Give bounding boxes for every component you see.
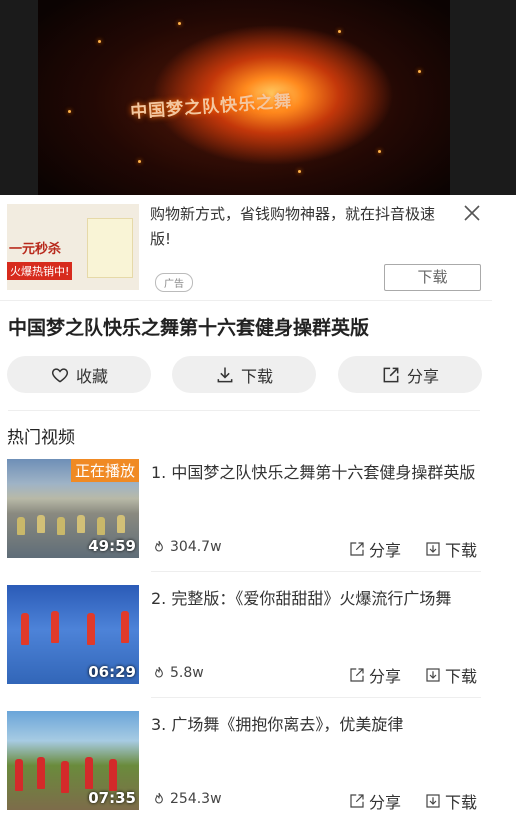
divider: [8, 410, 480, 411]
video-title[interactable]: 3. 广场舞《拥抱你离去》，优美旋律: [151, 711, 481, 738]
dancer-figure: [37, 757, 45, 789]
spark: [178, 22, 181, 25]
dancer-figure: [97, 517, 105, 535]
download-icon: [426, 668, 440, 682]
video-frame[interactable]: 中国梦之队快乐之舞: [38, 0, 450, 195]
dancer-figure: [21, 613, 29, 645]
dancer-figure: [61, 761, 69, 793]
dancer-figure: [15, 759, 23, 791]
divider: [151, 697, 481, 698]
ad-thumb-line1: 一元秒杀: [9, 242, 62, 257]
video-duration: 06:29: [88, 663, 136, 681]
download-button[interactable]: 下载: [172, 356, 316, 393]
flame-icon: [155, 666, 163, 678]
ad-thumb-line2: 火爆热销中!: [7, 262, 73, 280]
dancer-figure: [77, 515, 85, 533]
flame-icon: [155, 540, 163, 552]
ad-badge: 广告: [155, 273, 193, 292]
flame-icon: [155, 792, 163, 804]
download-label: 下载: [445, 541, 478, 560]
ad-thumbnail[interactable]: 一元秒杀 火爆热销中!: [7, 204, 139, 290]
section-title: 热门视频: [7, 428, 75, 448]
spark: [378, 150, 381, 153]
share-button[interactable]: 分享: [348, 789, 401, 813]
dancer-figure: [117, 515, 125, 533]
video-thumbnail[interactable]: 正在播放 49:59: [7, 459, 139, 558]
dancer-figure: [87, 613, 95, 645]
ad-product-box: [87, 218, 133, 278]
download-icon: [426, 794, 440, 808]
dancer-figure: [121, 611, 129, 643]
view-count: 254.3w: [151, 791, 222, 807]
spark: [68, 110, 71, 113]
spark: [418, 70, 421, 73]
heart-icon: [51, 367, 69, 383]
share-label: 分享: [406, 366, 439, 386]
share-icon: [350, 794, 364, 808]
spark: [98, 40, 101, 43]
close-icon[interactable]: [462, 203, 482, 223]
download-icon: [217, 367, 233, 382]
share-icon: [383, 367, 399, 382]
share-button[interactable]: 分享: [348, 537, 401, 561]
list-item[interactable]: 正在播放 49:59 1. 中国梦之队快乐之舞第十六套健身操群英版 304.7w…: [0, 459, 492, 579]
favorite-label: 收藏: [75, 366, 108, 386]
view-count-value: 254.3w: [170, 791, 222, 807]
dancer-figure: [57, 517, 65, 535]
divider: [151, 571, 481, 572]
video-player[interactable]: 中国梦之队快乐之舞: [0, 0, 516, 195]
view-count-value: 5.8w: [170, 665, 204, 681]
spark: [298, 170, 301, 173]
download-icon: [426, 542, 440, 556]
list-item[interactable]: 06:29 2. 完整版：《爱你甜甜甜》火爆流行广场舞 5.8w 分享 下载: [0, 585, 492, 705]
download-label: 下载: [445, 667, 478, 686]
download-button[interactable]: 下载: [424, 663, 477, 687]
dancer-figure: [109, 759, 117, 791]
share-icon: [350, 542, 364, 556]
video-caption: 中国梦之队快乐之舞: [129, 91, 293, 123]
favorite-button[interactable]: 收藏: [7, 356, 151, 393]
video-title[interactable]: 1. 中国梦之队快乐之舞第十六套健身操群英版: [151, 459, 481, 486]
video-thumbnail[interactable]: 07:35: [7, 711, 139, 810]
now-playing-badge: 正在播放: [70, 459, 139, 482]
dancer-figure: [37, 515, 45, 533]
ad-banner[interactable]: 一元秒杀 火爆热销中! 购物新方式，省钱购物神器，就在抖音极速版! 广告 下载: [0, 195, 492, 301]
spark: [138, 160, 141, 163]
video-title[interactable]: 2. 完整版：《爱你甜甜甜》火爆流行广场舞: [151, 585, 481, 612]
ad-download-button[interactable]: 下载: [384, 264, 481, 291]
download-button[interactable]: 下载: [424, 789, 477, 813]
list-item[interactable]: 07:35 3. 广场舞《拥抱你离去》，优美旋律 254.3w 分享 下载: [0, 711, 492, 831]
spark: [338, 30, 341, 33]
view-count-value: 304.7w: [170, 539, 222, 555]
share-label: 分享: [369, 793, 402, 812]
download-label: 下载: [445, 793, 478, 812]
dancer-figure: [17, 517, 25, 535]
download-button[interactable]: 下载: [424, 537, 477, 561]
dancer-figure: [85, 757, 93, 789]
video-duration: 07:35: [88, 789, 136, 807]
share-label: 分享: [369, 667, 402, 686]
dancer-figure: [51, 611, 59, 643]
download-label: 下载: [240, 366, 273, 386]
video-thumbnail[interactable]: 06:29: [7, 585, 139, 684]
view-count: 5.8w: [151, 665, 204, 681]
view-count: 304.7w: [151, 539, 222, 555]
page-title: 中国梦之队快乐之舞第十六套健身操群英版: [8, 317, 370, 339]
share-label: 分享: [369, 541, 402, 560]
ad-badge-label: 广告: [164, 279, 184, 290]
ad-text: 购物新方式，省钱购物神器，就在抖音极速版!: [150, 205, 436, 248]
share-button[interactable]: 分享: [348, 663, 401, 687]
video-duration: 49:59: [88, 537, 136, 555]
share-icon: [350, 668, 364, 682]
share-button[interactable]: 分享: [338, 356, 482, 393]
